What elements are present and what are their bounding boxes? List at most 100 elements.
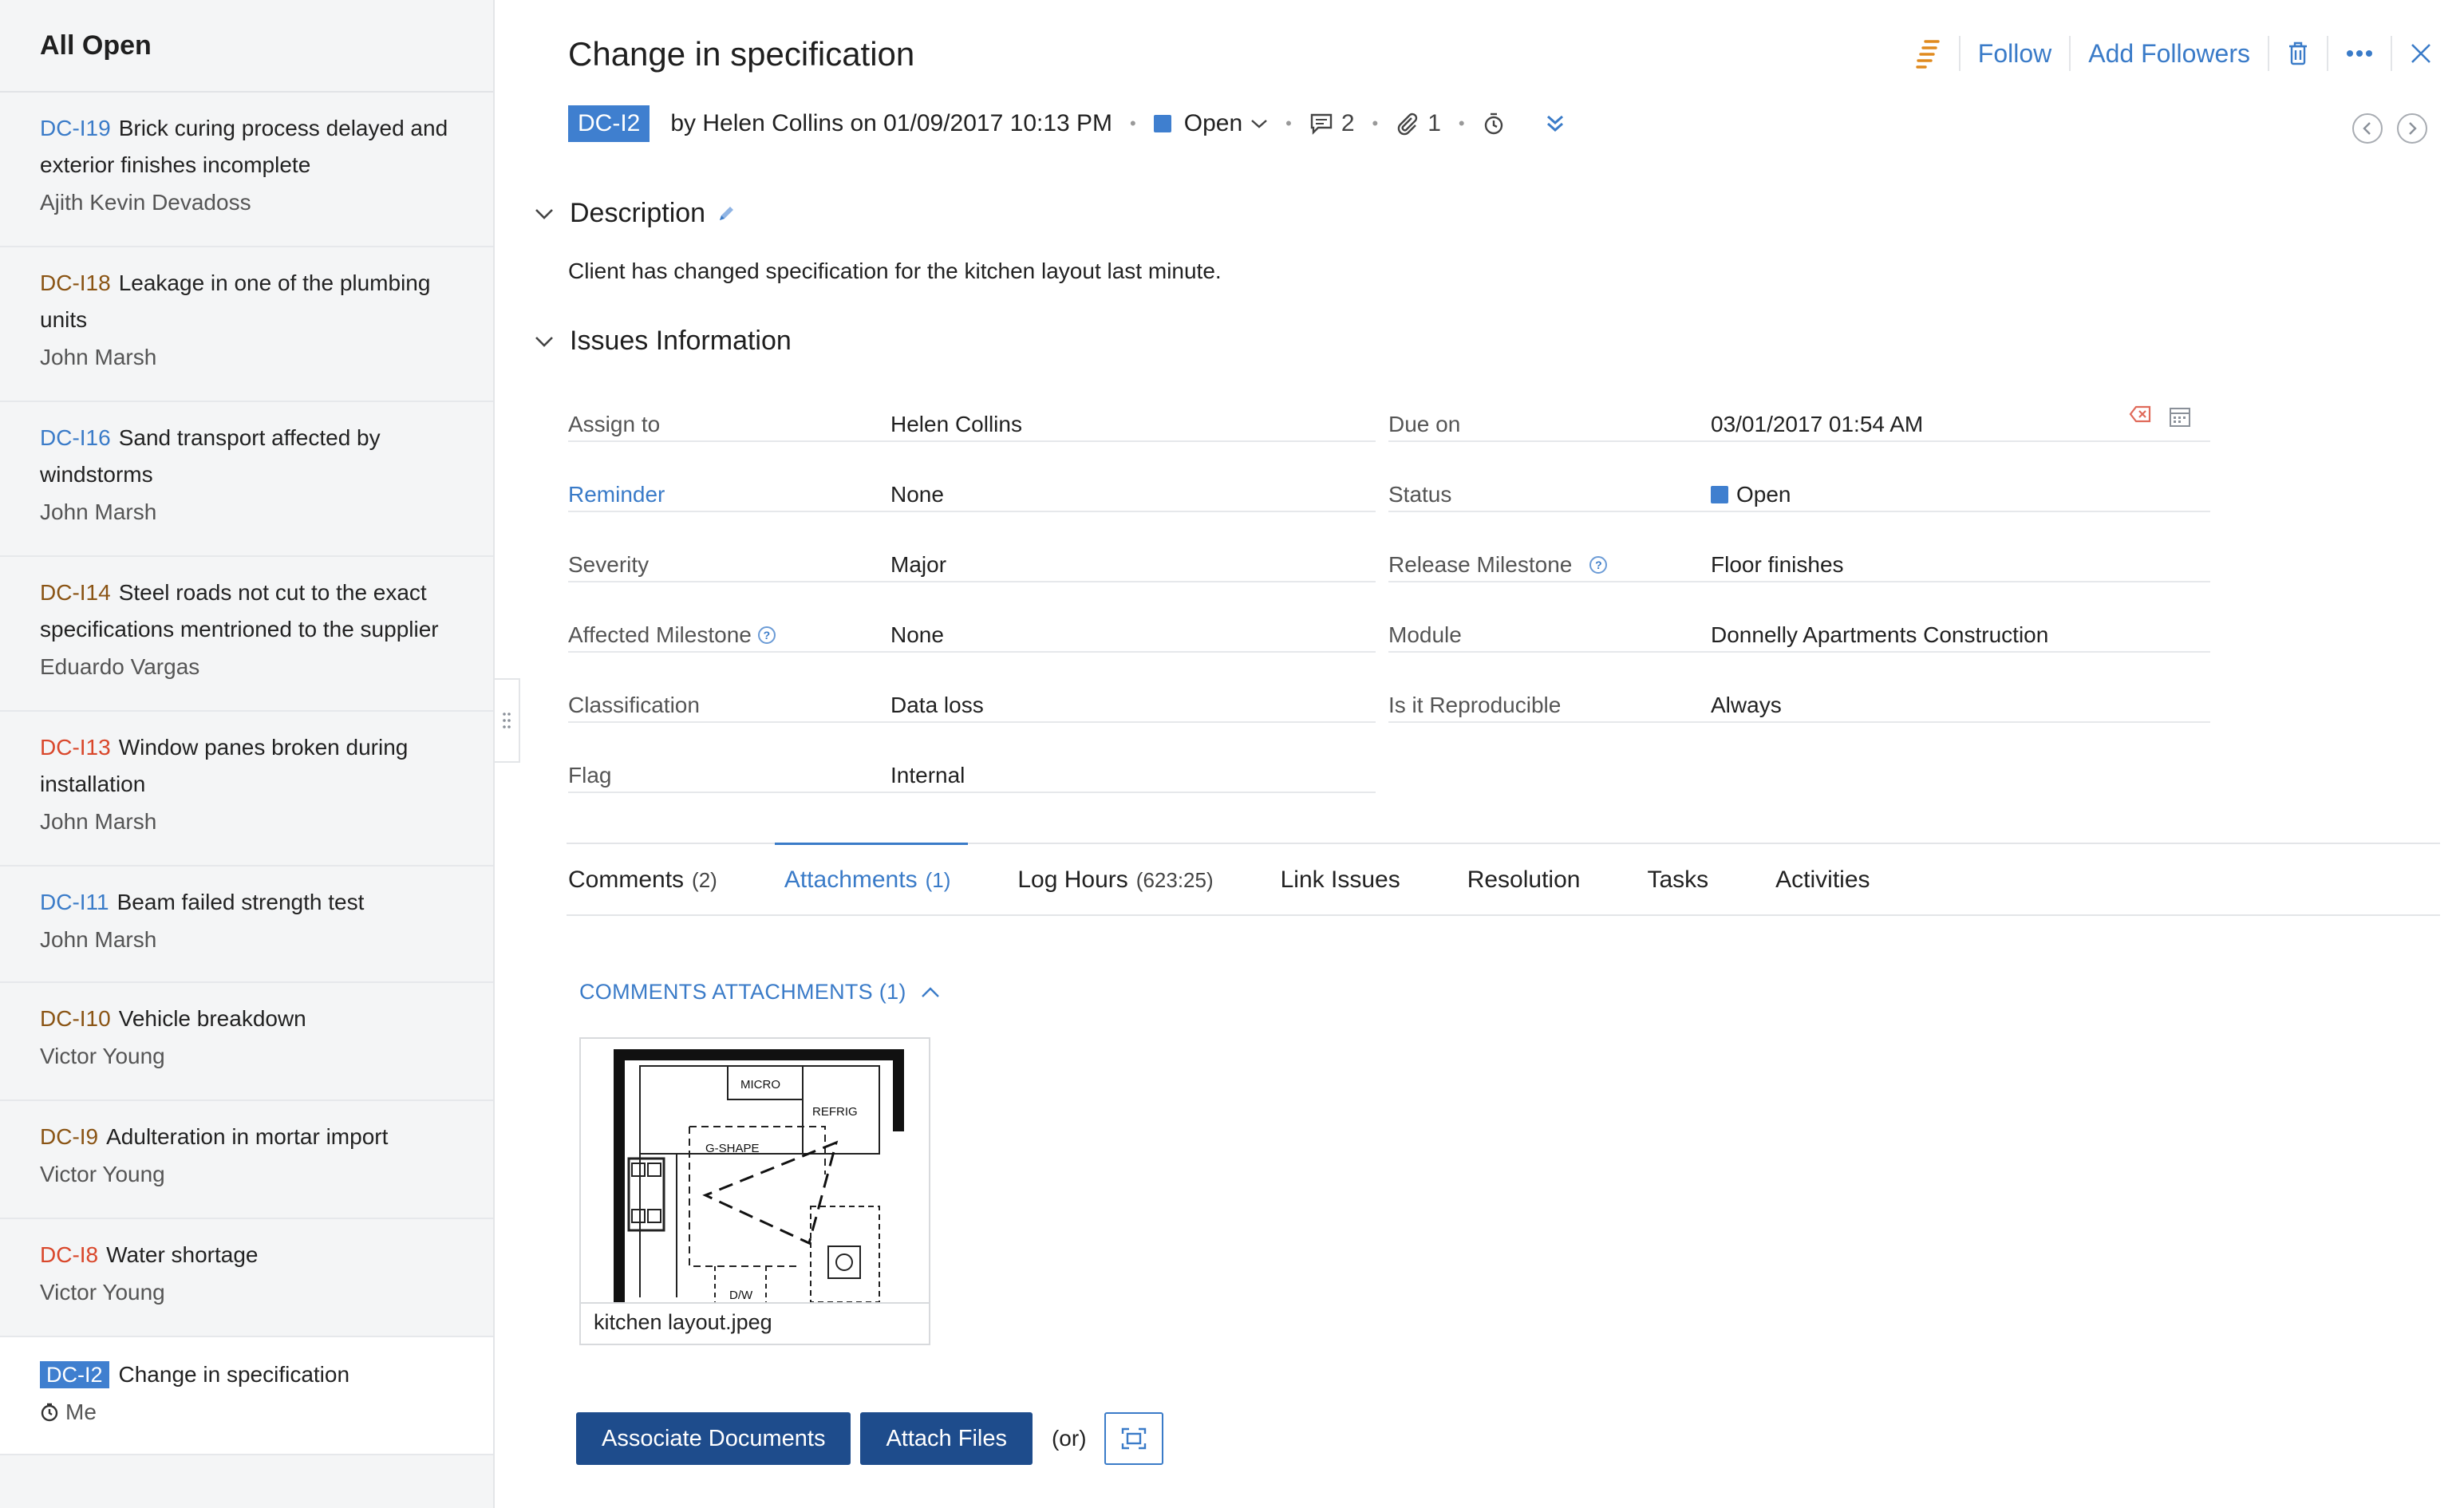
- add-followers-button[interactable]: Add Followers: [2071, 34, 2268, 73]
- field-value: Open: [1736, 482, 1791, 507]
- issue-title: Water shortage: [106, 1242, 259, 1267]
- edit-pencil-icon[interactable]: [717, 204, 736, 223]
- chevron-down-icon: [535, 208, 553, 219]
- tab-attachments[interactable]: Attachments (1): [774, 843, 968, 916]
- tab-log-hours[interactable]: Log Hours (623:25): [1017, 844, 1213, 916]
- list-item[interactable]: DC-I11 Beam failed strength test John Mar…: [0, 867, 493, 983]
- status-color-icon: [1153, 115, 1171, 132]
- list-item[interactable]: DC-I16 Sand transport affected by windsto…: [0, 402, 493, 557]
- help-icon[interactable]: ?: [1589, 556, 1608, 574]
- list-item-selected[interactable]: DC-I2 Change in specification Me: [0, 1337, 493, 1455]
- issue-tabs: Comments (2) Attachments (1) Log Hours (623…: [567, 843, 2440, 916]
- sidebar-title: All Open: [0, 0, 493, 93]
- issue-id: DC-I11: [40, 890, 109, 914]
- field-label: Due on: [1388, 412, 1461, 436]
- attachment-thumbnail[interactable]: MICRO REFRIG G-SHAPE D/W kitchen layout.…: [579, 1037, 930, 1345]
- field-severity[interactable]: Severity Major: [568, 539, 1376, 582]
- tab-resolution[interactable]: Resolution: [1467, 844, 1581, 916]
- tab-comments[interactable]: Comments (2): [568, 844, 717, 916]
- list-item[interactable]: DC-I19 Brick curing process delayed and e…: [0, 93, 493, 247]
- list-item[interactable]: DC-I10 Vehicle breakdown Victor Young: [0, 983, 493, 1101]
- list-item[interactable]: DC-I14 Steel roads not cut to the exact s…: [0, 557, 493, 712]
- field-module[interactable]: Module Donnelly Apartments Construction: [1388, 610, 2210, 653]
- or-label: (or): [1051, 1426, 1087, 1451]
- issue-title: Change in specification: [118, 1362, 350, 1387]
- help-icon[interactable]: ?: [757, 626, 776, 644]
- field-due-on[interactable]: Due on 03/01/2017 01:54 AM: [1388, 399, 2210, 442]
- list-item[interactable]: DC-I8 Water shortage Victor Young: [0, 1219, 493, 1337]
- description-heading: Description: [570, 198, 706, 228]
- drawing-label: D/W: [729, 1289, 753, 1302]
- issue-title: Vehicle breakdown: [118, 1006, 306, 1031]
- more-options-icon[interactable]: [2328, 49, 2391, 57]
- field-release-milestone[interactable]: Release Milestone ? Floor finishes: [1388, 539, 2210, 582]
- field-is-it-reproducible[interactable]: Is it Reproducible Always: [1388, 680, 2210, 723]
- tab-link-issues[interactable]: Link Issues: [1281, 844, 1400, 916]
- issue-assignee: Ajith Kevin Devadoss: [40, 190, 251, 215]
- issue-assignee: John Marsh: [40, 927, 157, 952]
- description-section-toggle[interactable]: Description: [535, 198, 736, 229]
- field-label: Classification: [568, 693, 700, 717]
- associate-documents-button[interactable]: Associate Documents: [576, 1412, 851, 1465]
- reminder-link[interactable]: Reminder: [568, 482, 890, 507]
- expand-icon[interactable]: [1546, 113, 1565, 135]
- field-classification[interactable]: Classification Data loss: [568, 680, 1376, 723]
- issue-assignee: John Marsh: [40, 499, 157, 524]
- issues-information-heading: Issues Information: [570, 326, 792, 356]
- field-label: Module: [1388, 622, 1462, 647]
- previous-issue-button[interactable]: [2352, 113, 2383, 144]
- description-text: Client has changed specification for the…: [568, 259, 1222, 283]
- issue-assignee: Victor Young: [40, 1280, 165, 1305]
- tab-activities[interactable]: Activities: [1775, 844, 1870, 916]
- page-title: Change in specification: [568, 35, 915, 73]
- timer-icon[interactable]: [1483, 112, 1505, 136]
- field-status[interactable]: Status Open: [1388, 469, 2210, 512]
- issue-detail-panel: Change in specification Follow Add Follo…: [496, 0, 2464, 1508]
- clear-date-icon[interactable]: [2129, 405, 2151, 423]
- field-value: Always: [1711, 693, 1782, 717]
- list-item[interactable]: DC-I9 Adulteration in mortar import Victo…: [0, 1101, 493, 1219]
- status-dropdown[interactable]: Open: [1153, 110, 1268, 137]
- drawing-label: REFRIG: [812, 1105, 858, 1119]
- scan-document-button[interactable]: [1104, 1412, 1163, 1465]
- issue-byline: by Helen Collins on 01/09/2017 10:13 PM: [670, 110, 1113, 136]
- field-affected-milestone[interactable]: Affected Milestone ? None: [568, 610, 1376, 653]
- issue-assignee: Eduardo Vargas: [40, 654, 200, 679]
- issue-assignee: Me: [65, 1399, 97, 1424]
- chevron-right-icon: [2409, 122, 2417, 135]
- trash-icon[interactable]: [2269, 41, 2327, 66]
- tab-tasks[interactable]: Tasks: [1647, 844, 1708, 916]
- list-item[interactable]: DC-I18 Leakage in one of the plumbing uni…: [0, 247, 493, 402]
- issue-id: DC-I2: [40, 1361, 109, 1388]
- attach-files-button[interactable]: Attach Files: [860, 1412, 1033, 1465]
- issue-id: DC-I19: [40, 116, 111, 140]
- scan-frame-icon: [1121, 1427, 1146, 1450]
- issue-id: DC-I16: [40, 425, 111, 450]
- drawing-label: G-SHAPE: [705, 1142, 760, 1155]
- issue-assignee: Victor Young: [40, 1044, 165, 1068]
- field-value: Major: [890, 552, 947, 577]
- follow-button[interactable]: Follow: [1961, 34, 2069, 73]
- field-assign-to[interactable]: Assign to Helen Collins: [568, 399, 1376, 442]
- field-flag[interactable]: Flag Internal: [568, 750, 1376, 793]
- comments-attachments-toggle[interactable]: COMMENTS ATTACHMENTS (1): [579, 980, 940, 1005]
- attachment-file-name[interactable]: kitchen layout.jpeg: [581, 1302, 929, 1344]
- field-label: Flag: [568, 763, 612, 788]
- comments-attachments-heading: COMMENTS ATTACHMENTS (1): [579, 980, 906, 1004]
- clock-icon: [41, 1403, 58, 1422]
- field-label: Release Milestone: [1388, 552, 1573, 577]
- attachment-count[interactable]: 1: [1396, 110, 1441, 137]
- issue-title: Beam failed strength test: [116, 890, 365, 914]
- issue-assignee: Victor Young: [40, 1162, 165, 1186]
- field-value: Internal: [890, 763, 965, 788]
- status-label: Open: [1183, 110, 1243, 136]
- list-item[interactable]: DC-I13 Window panes broken during install…: [0, 712, 493, 867]
- field-reminder[interactable]: Reminder None: [568, 469, 1376, 512]
- comment-count[interactable]: 2: [1309, 110, 1355, 137]
- priority-icon[interactable]: [1898, 38, 1959, 69]
- chevron-down-icon: [1251, 120, 1267, 128]
- close-icon[interactable]: [2392, 42, 2432, 65]
- calendar-icon[interactable]: [2169, 405, 2191, 428]
- next-issue-button[interactable]: [2397, 113, 2427, 144]
- issues-information-toggle[interactable]: Issues Information: [535, 326, 792, 357]
